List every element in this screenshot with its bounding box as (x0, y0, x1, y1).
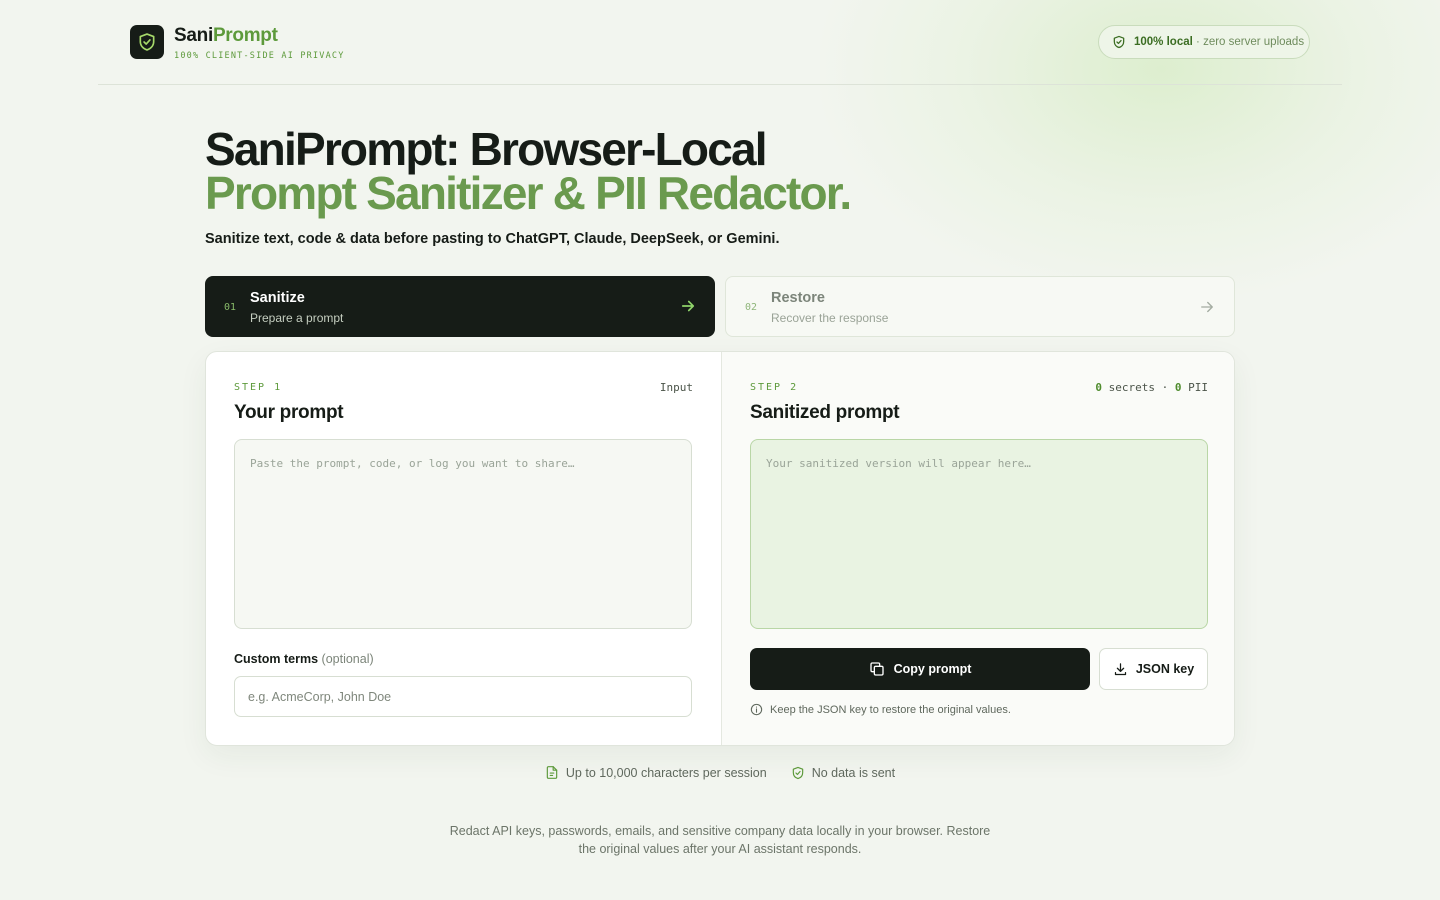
custom-terms-label-text: Custom terms (234, 652, 319, 666)
page-title-line1: SaniPrompt: Browser-Local (205, 123, 768, 175)
download-icon (1114, 662, 1126, 675)
sanitizer-card: STEP 1 Input Your prompt Custom terms (o… (205, 351, 1235, 746)
tab-number: 02 (745, 302, 758, 313)
badge-separator: · (1196, 36, 1200, 48)
input-tag: Input (659, 381, 693, 394)
prompt-input[interactable] (234, 439, 692, 629)
pii-label: PII (1188, 381, 1208, 394)
arrow-right-icon (1201, 301, 1213, 313)
copy-icon (869, 662, 884, 676)
brand-tagline: 100% CLIENT-SIDE AI PRIVACY (174, 51, 345, 61)
feature-item: No data is sent (791, 765, 895, 780)
feature-text: No data is sent (811, 765, 896, 780)
json-key-hint-text: Keep the JSON key to restore the origina… (770, 703, 1011, 716)
pii-count: 0 (1174, 381, 1182, 394)
custom-terms-optional: (optional) (321, 652, 374, 666)
copy-prompt-button[interactable]: Copy prompt (750, 648, 1090, 690)
input-title: Your prompt (234, 402, 344, 423)
shield-check-icon (139, 33, 155, 51)
redaction-counts: 0 secrets · 0 PII (1095, 381, 1208, 394)
custom-terms-input[interactable] (234, 676, 692, 717)
shield-check-icon (1113, 35, 1125, 49)
tab-number: 01 (224, 302, 237, 313)
page-title-line2: Prompt Sanitizer & PII Redactor. (205, 167, 852, 219)
site-header: SaniPrompt 100% CLIENT-SIDE AI PRIVACY 1… (98, 0, 1342, 85)
tab-title: Restore (771, 289, 825, 306)
info-icon (750, 703, 763, 716)
local-badge: 100% local · zero server uploads (1098, 25, 1310, 59)
page-title: SaniPrompt: Browser-Local Prompt Sanitiz… (205, 123, 852, 219)
footer-description: Redact API keys, passwords, emails, and … (449, 824, 991, 856)
tab-description: Prepare a prompt (250, 310, 344, 325)
step-label: STEP 1 (234, 382, 283, 393)
secrets-label: secrets (1108, 381, 1155, 394)
tab-restore[interactable]: 02 Restore Recover the response (725, 276, 1235, 337)
json-key-hint: Keep the JSON key to restore the origina… (750, 703, 1011, 716)
tab-description: Recover the response (771, 310, 889, 325)
sanitized-output[interactable] (750, 439, 1208, 629)
output-title: Sanitized prompt (750, 402, 900, 423)
arrow-right-icon (681, 300, 695, 312)
page-subtitle: Sanitize text, code & data before pastin… (205, 231, 780, 247)
step-label: STEP 2 (750, 382, 799, 393)
feature-item: Up to 10,000 characters per session (545, 765, 767, 780)
badge-text: zero server uploads (1203, 36, 1305, 48)
feature-list: Up to 10,000 characters per session No d… (0, 765, 1440, 780)
brand-name: SaniPrompt (174, 25, 345, 47)
tab-title: Sanitize (250, 289, 305, 306)
badge-strong: 100% local (1134, 36, 1193, 48)
feature-text: Up to 10,000 characters per session (565, 765, 767, 780)
json-key-label: JSON key (1135, 662, 1195, 676)
json-key-button[interactable]: JSON key (1099, 648, 1208, 690)
copy-prompt-label: Copy prompt (893, 662, 972, 676)
counts-separator: · (1161, 381, 1169, 394)
document-icon (546, 766, 558, 779)
brand-name-part2: Prompt (212, 25, 278, 46)
tab-sanitize[interactable]: 01 Sanitize Prepare a prompt (205, 276, 715, 337)
secrets-count: 0 (1095, 381, 1103, 394)
custom-terms-label: Custom terms (optional) (234, 652, 374, 666)
input-pane: STEP 1 Input Your prompt Custom terms (o… (206, 352, 721, 745)
brand-name-part1: Sani (174, 25, 213, 46)
output-pane: STEP 2 0 secrets · 0 PII Sanitized promp… (721, 352, 1234, 745)
shield-check-icon (792, 766, 803, 779)
logo[interactable] (130, 25, 164, 59)
brand[interactable]: SaniPrompt 100% CLIENT-SIDE AI PRIVACY (174, 25, 345, 61)
